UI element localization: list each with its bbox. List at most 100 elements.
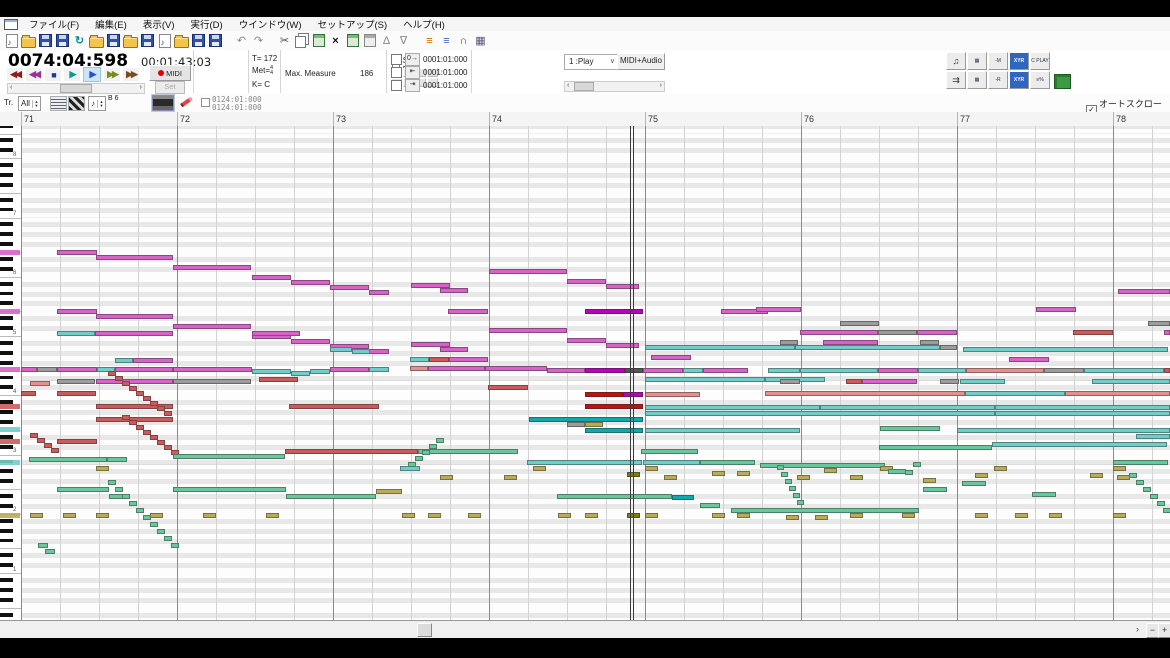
app-icon[interactable] bbox=[4, 19, 18, 30]
midi-note[interactable] bbox=[820, 405, 995, 410]
midi-note[interactable] bbox=[291, 339, 330, 344]
copy-merge-button[interactable] bbox=[361, 33, 378, 49]
midi-note[interactable] bbox=[878, 368, 918, 373]
midi-note[interactable] bbox=[878, 330, 917, 335]
note-length-selector[interactable]: ♪ ▲▼ bbox=[88, 96, 106, 111]
black-key[interactable] bbox=[0, 242, 13, 246]
midi-note[interactable] bbox=[291, 280, 330, 285]
open-track-button[interactable] bbox=[122, 33, 139, 49]
menu-item-編集[interactable]: 編集(E) bbox=[87, 17, 135, 31]
midi-note[interactable] bbox=[700, 460, 755, 465]
save-file-button[interactable] bbox=[37, 33, 54, 49]
scroll-thumb[interactable] bbox=[417, 623, 432, 637]
midi-note[interactable] bbox=[115, 367, 173, 372]
midi-note[interactable] bbox=[252, 275, 291, 280]
midi-note[interactable] bbox=[1073, 330, 1113, 335]
midi-note[interactable] bbox=[585, 368, 625, 373]
midi-note[interactable] bbox=[489, 269, 567, 274]
pencil-icon[interactable] bbox=[180, 97, 193, 108]
midi-note[interactable] bbox=[133, 358, 173, 363]
midi-note[interactable] bbox=[957, 428, 1170, 433]
key-value[interactable]: C bbox=[264, 80, 270, 89]
menu-item-ウインドウ[interactable]: ウインドウ(W) bbox=[231, 17, 310, 31]
track-list-button[interactable] bbox=[50, 96, 67, 111]
midi-note[interactable] bbox=[547, 368, 585, 373]
marker-checkbox[interactable] bbox=[391, 67, 402, 78]
midi-note[interactable] bbox=[558, 513, 571, 518]
midi-note[interactable] bbox=[57, 367, 97, 372]
midi-note[interactable] bbox=[402, 513, 415, 518]
midi-note[interactable] bbox=[793, 493, 800, 498]
shift-down-button[interactable]: ∇ bbox=[395, 33, 412, 49]
black-key[interactable] bbox=[0, 376, 13, 380]
midi-note[interactable] bbox=[428, 513, 441, 518]
midi-note[interactable] bbox=[567, 279, 606, 284]
midi-audio-button[interactable]: MIDI+Audio bbox=[617, 53, 665, 70]
new-file-button[interactable] bbox=[3, 33, 20, 49]
midi-note[interactable] bbox=[1136, 480, 1144, 485]
scroll-right-icon[interactable]: › bbox=[140, 84, 142, 92]
midi-note[interactable] bbox=[57, 250, 97, 255]
midi-note[interactable] bbox=[879, 445, 992, 450]
midi-note[interactable] bbox=[410, 366, 428, 371]
midi-note[interactable] bbox=[850, 475, 863, 480]
black-key[interactable] bbox=[0, 163, 13, 167]
midi-note[interactable] bbox=[786, 515, 799, 520]
midi-note[interactable] bbox=[995, 411, 1170, 416]
view-button-3[interactable]: XYR bbox=[1009, 52, 1029, 70]
black-key[interactable] bbox=[0, 469, 13, 473]
midi-note[interactable] bbox=[645, 428, 800, 433]
view-button-1[interactable]: ▦ bbox=[967, 52, 987, 70]
midi-note[interactable] bbox=[645, 405, 820, 410]
midi-note[interactable] bbox=[96, 513, 109, 518]
midi-note[interactable] bbox=[30, 513, 43, 518]
midi-note[interactable] bbox=[37, 367, 57, 372]
midi-note[interactable] bbox=[1090, 473, 1103, 478]
midi-note[interactable] bbox=[645, 377, 765, 382]
view-button-4[interactable]: C PLAY bbox=[1030, 52, 1050, 70]
midi-note[interactable] bbox=[965, 391, 1065, 396]
save-project-button[interactable] bbox=[105, 33, 122, 49]
black-key[interactable] bbox=[0, 445, 13, 449]
view-button-9[interactable]: ≡% bbox=[1030, 71, 1050, 89]
event-list-button[interactable] bbox=[152, 95, 174, 111]
black-key[interactable] bbox=[0, 598, 13, 602]
midi-note[interactable] bbox=[428, 366, 485, 371]
midi-note[interactable] bbox=[422, 450, 430, 455]
midi-note[interactable] bbox=[1157, 501, 1165, 506]
midi-note[interactable] bbox=[756, 307, 801, 312]
midi-note[interactable] bbox=[850, 513, 863, 518]
meter-denominator[interactable]: 4 bbox=[270, 70, 273, 76]
midi-note[interactable] bbox=[57, 309, 97, 314]
midi-note[interactable] bbox=[410, 357, 429, 362]
midi-note[interactable] bbox=[606, 284, 639, 289]
black-key[interactable] bbox=[0, 257, 13, 261]
midi-note[interactable] bbox=[923, 478, 936, 483]
midi-note[interactable] bbox=[975, 473, 988, 478]
midi-note[interactable] bbox=[30, 381, 50, 386]
midi-note[interactable] bbox=[289, 404, 379, 409]
midi-note[interactable] bbox=[415, 456, 423, 461]
midi-note[interactable] bbox=[777, 465, 784, 470]
midi-note[interactable] bbox=[880, 426, 940, 431]
midi-note[interactable] bbox=[1044, 368, 1084, 373]
midi-note[interactable] bbox=[252, 369, 291, 374]
midi-note[interactable] bbox=[1036, 307, 1076, 312]
midi-note[interactable] bbox=[173, 367, 252, 372]
black-key[interactable] bbox=[0, 173, 13, 177]
save-as-button[interactable] bbox=[54, 33, 71, 49]
midi-note[interactable] bbox=[800, 330, 878, 335]
tempo-value[interactable]: 172 bbox=[264, 54, 277, 63]
black-key[interactable] bbox=[0, 613, 13, 617]
undo-button[interactable]: ↶ bbox=[233, 33, 250, 49]
midi-note[interactable] bbox=[731, 508, 919, 513]
midi-note[interactable] bbox=[440, 475, 453, 480]
midi-note[interactable] bbox=[737, 513, 750, 518]
midi-plug-icon[interactable] bbox=[1054, 74, 1071, 89]
midi-note[interactable] bbox=[96, 466, 109, 471]
go-end-button[interactable]: ▶▶ bbox=[123, 68, 139, 81]
midi-note[interactable] bbox=[436, 438, 444, 443]
shift-up-button[interactable]: ∆ bbox=[378, 33, 395, 49]
view-button-5[interactable]: ⇉ bbox=[946, 71, 966, 89]
black-key[interactable] bbox=[0, 301, 13, 305]
